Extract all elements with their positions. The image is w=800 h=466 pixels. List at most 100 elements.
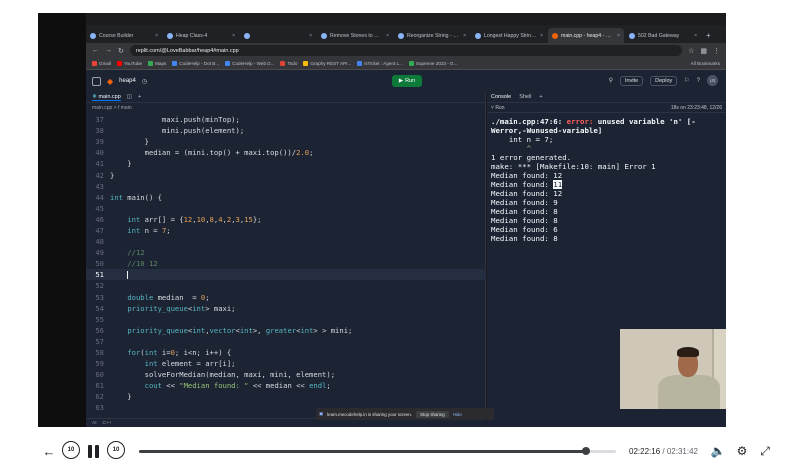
split-pane-icon[interactable]: ◫ (127, 94, 132, 100)
search-icon[interactable]: ⚲ (609, 77, 613, 84)
console-run-button[interactable]: ˅ Run (491, 105, 505, 111)
hide-button[interactable]: Hide (453, 412, 462, 417)
fullscreen-exit-icon[interactable]: ⤢ (757, 442, 773, 460)
add-tab-icon[interactable]: + (138, 94, 141, 100)
language-status[interactable]: C++ (103, 421, 112, 426)
rewind-10-icon[interactable]: 10 (62, 441, 80, 459)
code-line[interactable]: 50 //10 12 (86, 258, 486, 269)
back-arrow-icon[interactable]: ← (42, 441, 56, 461)
code-line[interactable]: 38 mini.push(element); (86, 125, 486, 136)
browser-tab[interactable]: Longest Happy String - Lee× (471, 28, 547, 43)
back-arrow-icon[interactable]: ← (92, 47, 99, 54)
invite-button[interactable]: Invite (619, 75, 644, 86)
replit-logo-icon[interactable]: ◆ (107, 77, 113, 86)
code-line[interactable]: 48 (86, 236, 486, 247)
bookmark-item[interactable]: CodeHelp - Dot B... (172, 61, 219, 66)
progress-handle[interactable] (582, 447, 591, 455)
console-output[interactable]: ./main.cpp:47:6: error: unused variable … (487, 113, 726, 243)
bookmark-item[interactable]: isTicket : Agent L... (357, 61, 403, 66)
code-line[interactable]: 60 solveForMedian(median, maxi, mini, el… (86, 369, 486, 380)
close-icon[interactable]: × (617, 33, 620, 39)
close-icon[interactable]: × (309, 33, 312, 39)
extensions-icon[interactable]: ▦ (700, 47, 707, 55)
code-line[interactable]: 40 median = (mini.top() + maxi.top())/2.… (86, 147, 486, 158)
bookmark-item[interactable]: YouTube (117, 61, 142, 66)
tab-shell[interactable]: Shell (519, 94, 531, 100)
code-text: median = (mini.top() + maxi.top())/2.0; (110, 148, 314, 158)
all-bookmarks-link[interactable]: All Bookmarks (691, 61, 720, 66)
code-line[interactable]: 59 int element = arr[i]; (86, 358, 486, 369)
browser-tab[interactable]: main.cpp - heap4 - Replit × (548, 28, 624, 43)
code-line[interactable]: 58 for(int i=0; i<n; i++) { (86, 347, 486, 358)
browser-tab[interactable]: Heap Class-4 × (163, 28, 239, 43)
progress-track[interactable] (139, 447, 616, 455)
address-bar: ← → ↻ replit.com/@LoveBabbar/heap4#main.… (86, 43, 726, 58)
close-icon[interactable]: × (386, 33, 389, 39)
forward-arrow-icon[interactable]: → (105, 47, 112, 54)
video-frame[interactable]: Course Builder × Heap Class-4 × × Remove Ston… (38, 13, 726, 427)
menu-dots-icon[interactable]: ⋮ (713, 47, 720, 55)
tab-main-cpp[interactable]: ❖ main.cpp (92, 94, 121, 101)
browser-tab[interactable]: Remove Stones to Minimiz× (317, 28, 393, 43)
notifications-icon[interactable]: ⚐ (684, 77, 689, 84)
ai-status[interactable]: AI (92, 421, 97, 426)
forward-10-icon[interactable]: 10 (107, 441, 125, 459)
bookmark-item[interactable]: Todo (280, 61, 297, 66)
code-line[interactable]: 44 int main() { (86, 192, 486, 203)
volume-icon[interactable]: 🔈 (710, 442, 726, 460)
deploy-button[interactable]: Deploy (650, 75, 678, 86)
code-line[interactable]: 52 (86, 280, 486, 291)
bookmark-item[interactable]: CodeHelp - Web D... (225, 61, 274, 66)
close-icon[interactable]: × (694, 33, 697, 39)
code-line[interactable]: 47 int n = 7; (86, 225, 486, 236)
code-line[interactable]: 61 cout << "Median found: " << median <<… (86, 380, 486, 391)
new-tab-icon[interactable]: + (702, 28, 711, 43)
code-line[interactable]: 57 (86, 336, 486, 347)
code-line[interactable]: 51 (86, 269, 486, 281)
code-line[interactable]: 45 (86, 203, 486, 214)
code-line[interactable]: 42} (86, 169, 486, 180)
bookmark-item[interactable]: Maps (148, 61, 166, 66)
history-icon[interactable]: ◷ (142, 78, 147, 85)
stop-sharing-button[interactable]: Stop sharing (416, 410, 449, 418)
line-number: 49 (95, 248, 104, 258)
toolbar-right: ⚲ Invite Deploy ⚐ ? LB (609, 75, 718, 86)
bookmark-item[interactable]: Gmail (92, 61, 111, 66)
repl-name[interactable]: heap4 (119, 78, 136, 84)
tab-console[interactable]: Console (491, 94, 511, 100)
close-icon[interactable]: × (463, 33, 466, 39)
close-icon[interactable]: × (155, 33, 158, 39)
code-line[interactable]: 53 double median = 0; (86, 292, 486, 303)
code-line[interactable]: 46 int arr[] = {12,10,8,4,2,3,15}; (86, 214, 486, 225)
browser-tab[interactable]: 502 Bad Gateway × (625, 28, 701, 43)
close-icon[interactable]: × (232, 33, 235, 39)
browser-tab[interactable]: × (240, 28, 316, 43)
sidebar-toggle-icon[interactable] (92, 76, 101, 86)
code-line[interactable]: 55 (86, 314, 486, 325)
pause-icon[interactable] (86, 441, 100, 461)
code-line[interactable]: 43 (86, 181, 486, 192)
help-icon[interactable]: ? (697, 78, 700, 84)
code-line[interactable]: 62 } (86, 391, 486, 402)
code-line[interactable]: 37 maxi.push(minTop); (86, 114, 486, 125)
code-line[interactable]: 56 priority_queue<int,vector<int>, great… (86, 325, 486, 336)
code-line[interactable]: 39 } (86, 136, 486, 147)
bookmark-item[interactable]: Supreme 2023 - G... (408, 61, 457, 66)
browser-tab[interactable]: Course Builder × (86, 28, 162, 43)
close-icon[interactable]: × (540, 33, 543, 39)
reload-icon[interactable]: ↻ (118, 47, 124, 55)
browser-tab-strip: Course Builder × Heap Class-4 × × Remove Ston… (86, 25, 726, 43)
code-text: int main() { (110, 192, 162, 202)
avatar[interactable]: LB (707, 75, 718, 86)
gear-icon[interactable]: ⚙ (734, 442, 750, 460)
code-line[interactable]: 54 priority_queue<int> maxi; (86, 303, 486, 314)
bookmark-item[interactable]: Graphy REST API... (303, 61, 351, 66)
add-tab-icon[interactable]: + (539, 94, 542, 100)
code-area[interactable]: 37 maxi.push(minTop); 38 mini.push(elemen… (86, 114, 486, 414)
browser-tab[interactable]: Reorganize String - LeetCo× (394, 28, 470, 43)
star-icon[interactable]: ☆ (688, 47, 694, 55)
code-line[interactable]: 49 //12 (86, 247, 486, 258)
code-line[interactable]: 41 } (86, 158, 486, 169)
url-field[interactable]: replit.com/@LoveBabbar/heap4#main.cpp (129, 45, 683, 56)
run-button[interactable]: ▶ Run (392, 75, 422, 87)
